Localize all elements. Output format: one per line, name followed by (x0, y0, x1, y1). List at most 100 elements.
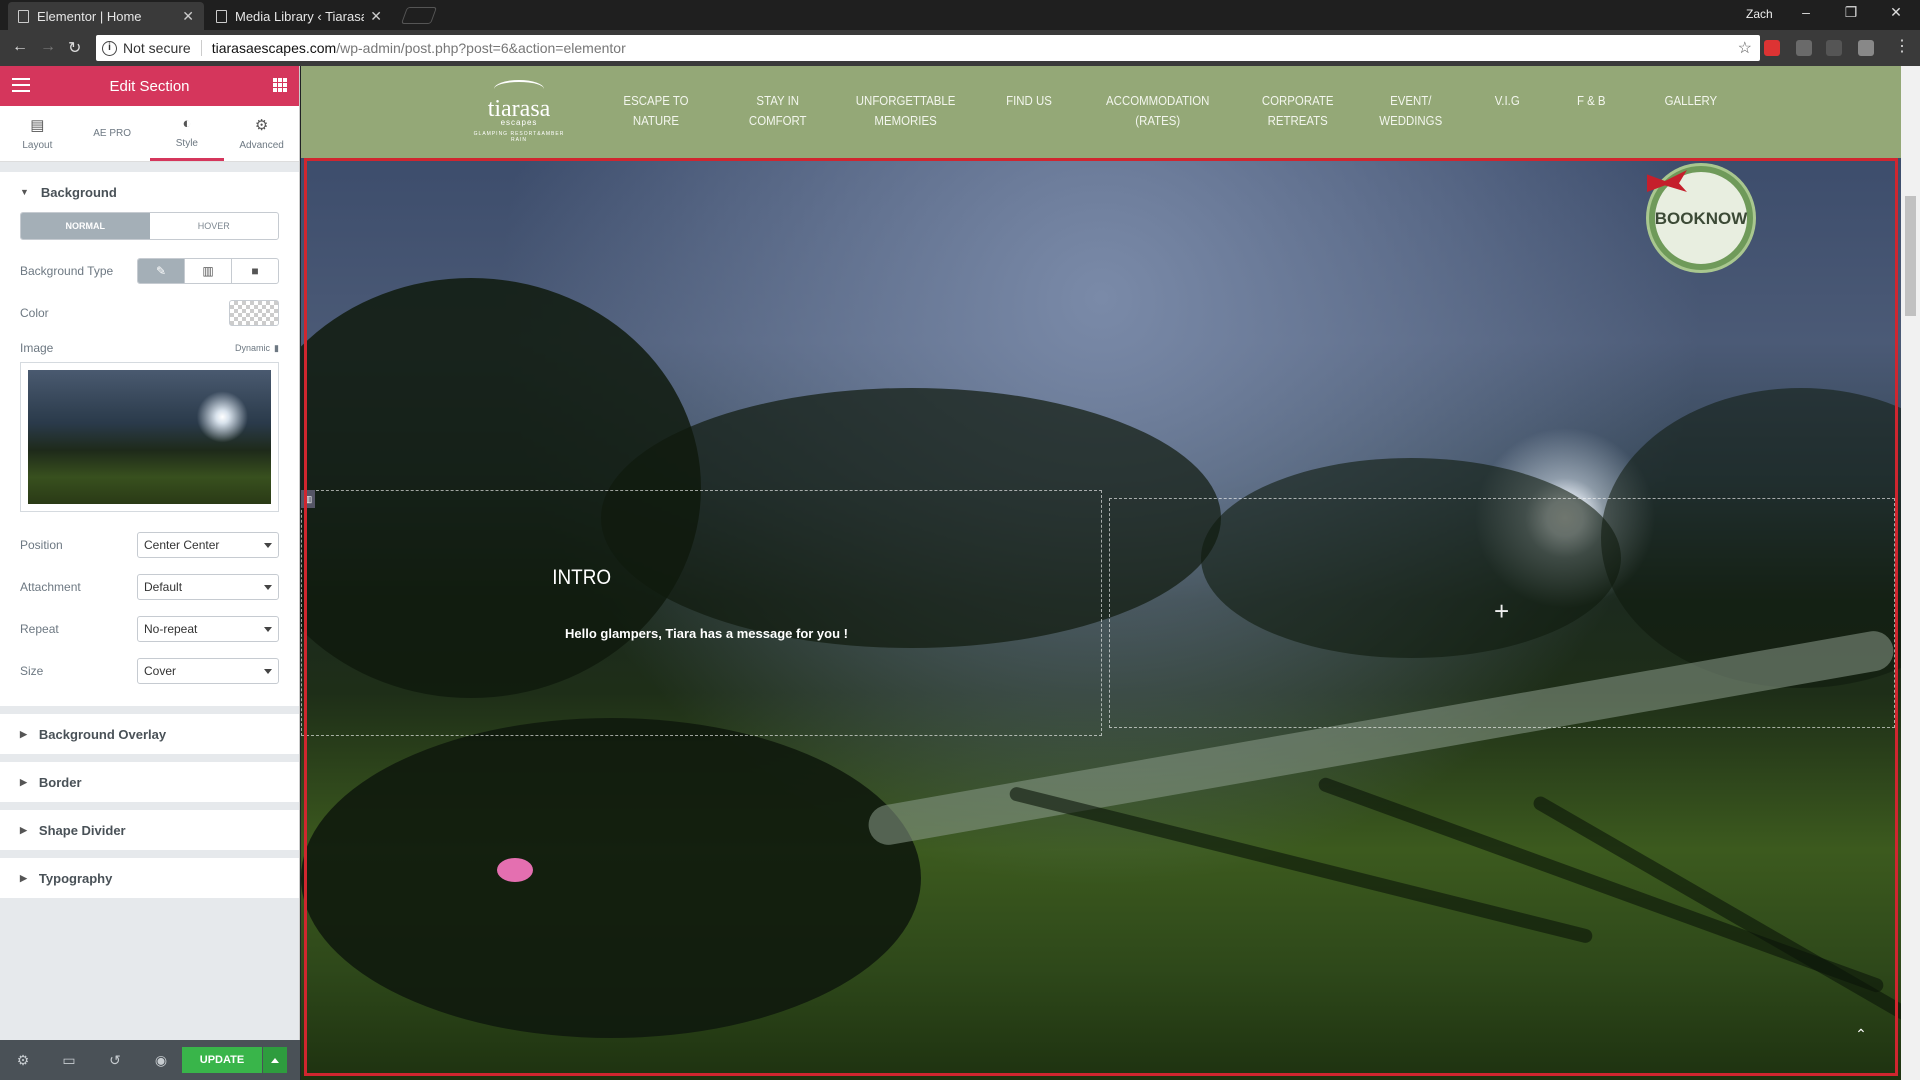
info-icon[interactable]: i (102, 40, 117, 56)
background-type-control: ✎ ▥ ■ (137, 258, 279, 284)
preview-eye-icon[interactable]: ◉ (138, 1052, 184, 1069)
new-tab-button[interactable] (400, 7, 438, 24)
scrollbar-thumb[interactable] (1905, 196, 1916, 316)
menu-gallery[interactable]: GALLERY (1665, 91, 1718, 111)
gear-icon: ⚙ (254, 117, 269, 134)
tab-ae-pro[interactable]: AE PRO (75, 106, 150, 161)
url-field[interactable]: i Not secure tiarasaescapes.com /wp-admi… (96, 35, 1760, 61)
caret-right-icon: ▶ (20, 776, 27, 787)
security-label: Not secure (123, 40, 191, 56)
chevron-down-icon (264, 669, 272, 674)
size-select[interactable]: Cover (137, 658, 279, 684)
menu-stay-in-comfort[interactable]: STAY IN COMFORT (749, 91, 807, 131)
menu-event-weddings[interactable]: EVENT/WEDDINGS (1379, 91, 1442, 131)
tab-media-library[interactable]: Media Library ‹ Tiarasa E ✕ (206, 2, 392, 30)
background-image-thumbnail (28, 370, 271, 504)
video-icon[interactable]: ■ (232, 259, 278, 283)
reload-icon[interactable]: ↻ (68, 38, 81, 58)
repeat-row: Repeat No-repeat (20, 608, 279, 650)
color-picker[interactable] (229, 300, 279, 326)
menu-unforgettable-memories[interactable]: UNFORGETTABLE MEMORIES (856, 91, 956, 131)
restore-icon[interactable]: ❐ (1841, 4, 1861, 21)
page-scrollbar[interactable] (1901, 66, 1920, 1080)
contrast-icon: ◐ (182, 115, 192, 132)
document-icon (18, 9, 29, 23)
tab-elementor-home[interactable]: Elementor | Home ✕ (8, 2, 204, 30)
database-icon[interactable]: ▮ (274, 343, 279, 354)
caret-right-icon: ▶ (20, 728, 27, 739)
brush-icon[interactable]: ✎ (138, 259, 185, 283)
shape-divider-section[interactable]: ▶ Shape Divider (0, 810, 299, 850)
forward-icon[interactable]: → (40, 38, 56, 56)
menu-corporate-retreats[interactable]: CORPORATE RETREATS (1262, 91, 1334, 131)
window-close-icon[interactable]: ✕ (1886, 4, 1906, 21)
background-section-header[interactable]: ▼ Background (0, 172, 299, 212)
repeat-select[interactable]: No-repeat (137, 616, 279, 642)
attachment-row: Attachment Default (20, 566, 279, 608)
url-domain: tiarasaescapes.com (211, 40, 337, 56)
widgets-grid-icon[interactable] (273, 78, 287, 92)
dynamic-button[interactable]: Dynamic (235, 343, 270, 353)
panel-footer: ⚙ ▭ ↺ ◉ UPDATE (0, 1040, 300, 1080)
panel-tabs: ▤ Layout AE PRO ◐ Style ⚙ Advanced (0, 106, 299, 162)
size-row: Size Cover (20, 650, 279, 692)
background-type-row: Background Type ✎ ▥ ■ (20, 250, 279, 292)
menu-vig[interactable]: V.I.G (1495, 91, 1520, 111)
background-overlay-section[interactable]: ▶ Background Overlay (0, 714, 299, 754)
image-row: Image Dynamic ▮ (20, 341, 279, 355)
profile-name[interactable]: Zach (1746, 7, 1773, 21)
chevron-down-icon (264, 627, 272, 632)
site-header: tiarasa escapes GLAMPING RESORT&AMBER RA… (301, 66, 1901, 158)
border-section[interactable]: ▶ Border (0, 762, 299, 802)
tab-advanced[interactable]: ⚙ Advanced (224, 106, 299, 161)
position-select[interactable]: Center Center (137, 532, 279, 558)
state-toggle: NORMAL HOVER (20, 212, 279, 240)
image-picker[interactable] (20, 362, 279, 512)
camera-icon[interactable] (1858, 40, 1874, 56)
attachment-select[interactable]: Default (137, 574, 279, 600)
menu-accommodation-rates[interactable]: ACCOMMODATION (RATES) (1106, 91, 1209, 131)
close-icon[interactable]: ✕ (370, 8, 382, 25)
site-logo[interactable]: tiarasa escapes GLAMPING RESORT&AMBER RA… (467, 80, 571, 148)
caret-right-icon: ▶ (20, 824, 27, 835)
back-icon[interactable]: ← (12, 38, 28, 56)
chevron-down-icon (264, 543, 272, 548)
tab-layout[interactable]: ▤ Layout (0, 106, 75, 161)
panel-header: Edit Section (0, 66, 299, 106)
extension-icon[interactable] (1826, 40, 1842, 56)
caret-down-icon: ▼ (20, 187, 29, 197)
menu-kebab-icon[interactable]: ⋮ (1894, 36, 1910, 56)
caret-right-icon: ▶ (20, 872, 27, 883)
hover-tab[interactable]: HOVER (150, 213, 279, 239)
tab-style[interactable]: ◐ Style (149, 106, 225, 161)
chevron-down-icon (264, 585, 272, 590)
gradient-icon[interactable]: ▥ (185, 259, 232, 283)
elementor-panel: Edit Section ▤ Layout AE PRO ◐ Style ⚙ Adva… (0, 66, 300, 1080)
history-icon[interactable]: ↺ (92, 1052, 138, 1069)
extension-icon[interactable] (1796, 40, 1812, 56)
hamburger-icon[interactable] (12, 78, 30, 96)
responsive-icon[interactable]: ▭ (46, 1052, 92, 1069)
layout-icon: ▤ (30, 117, 45, 134)
normal-tab[interactable]: NORMAL (21, 213, 150, 239)
close-icon[interactable]: ✕ (182, 8, 194, 25)
update-button[interactable]: UPDATE (182, 1047, 262, 1073)
settings-icon[interactable]: ⚙ (0, 1052, 46, 1069)
selected-section-outline (304, 158, 1898, 1076)
page-preview: tiarasa escapes GLAMPING RESORT&AMBER RA… (301, 66, 1901, 1080)
minimize-icon[interactable]: – (1796, 4, 1816, 20)
browser-tab-bar: Elementor | Home ✕ Media Library ‹ Tiara… (0, 0, 1920, 30)
menu-escape-to-nature[interactable]: ESCAPE TO NATURE (623, 91, 688, 131)
panel-title: Edit Section (109, 77, 190, 95)
position-row: Position Center Center (20, 524, 279, 566)
color-row: Color (20, 292, 279, 334)
menu-f-and-b[interactable]: F & B (1577, 91, 1606, 111)
bookmark-star-icon[interactable]: ☆ (1738, 38, 1752, 58)
background-section: ▼ Background NORMAL HOVER Background Type… (0, 172, 299, 706)
typography-section[interactable]: ▶ Typography (0, 858, 299, 898)
update-options-button[interactable] (263, 1047, 287, 1073)
document-icon (216, 9, 227, 23)
tab-title: Media Library ‹ Tiarasa E (235, 8, 365, 24)
menu-find-us[interactable]: FIND US (1006, 91, 1052, 111)
extension-icon[interactable] (1764, 40, 1780, 56)
